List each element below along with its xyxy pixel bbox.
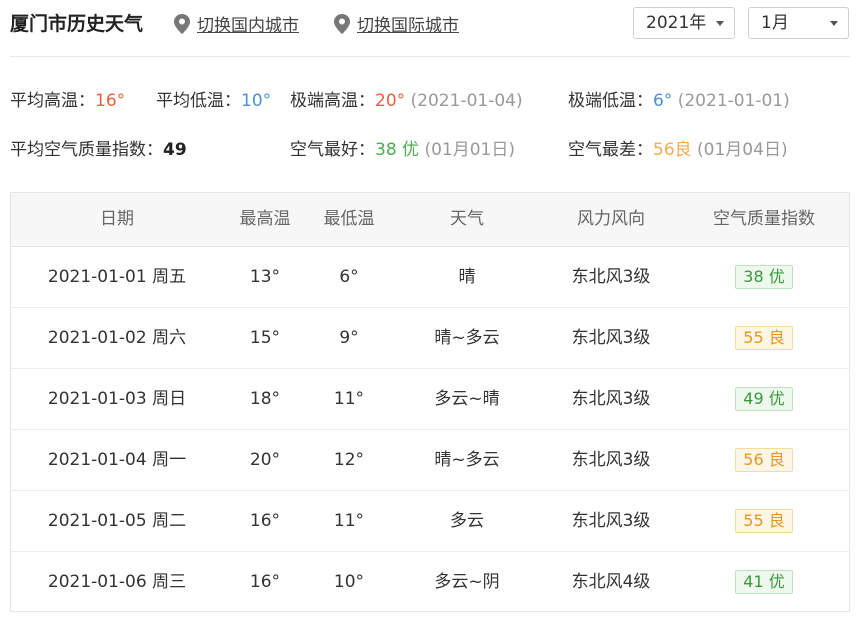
best-air-stat: 空气最好：38 优 (01月01日) [290, 135, 515, 160]
cell-aqi: 56 良 [679, 430, 849, 490]
table-row: 2021-01-05 周二 16° 11° 多云 东北风3级 55 良 [11, 491, 849, 552]
location-pin-icon [174, 13, 190, 34]
header-divider [10, 56, 850, 57]
table-row: 2021-01-01 周五 13° 6° 晴 东北风3级 38 优 [11, 247, 849, 308]
min-low-date: (2021-01-01) [677, 91, 790, 111]
cell-weather: 晴~多云 [434, 328, 500, 348]
aqi-badge: 56 良 [735, 448, 793, 472]
max-high-label: 极端高温： [290, 91, 375, 111]
page-header: 厦门市历史天气 切换国内城市 切换国际城市 2021年 1月 [0, 0, 860, 52]
best-air-label: 空气最好： [290, 140, 375, 160]
page-title: 厦门市历史天气 [10, 13, 144, 35]
min-low-label: 极端低温： [568, 91, 653, 111]
worst-air-date: (01月04日) [697, 140, 788, 160]
cell-weather: 多云 [450, 511, 484, 531]
aqi-badge: 55 良 [735, 509, 793, 533]
cell-high: 16° [249, 511, 281, 531]
cell-aqi: 49 优 [679, 369, 849, 429]
cell-wind: 东北风3级 [571, 267, 651, 287]
aqi-badge: 49 优 [735, 387, 793, 411]
cell-wind: 东北风3级 [571, 328, 651, 348]
avg-aqi-label: 平均空气质量指数： [10, 140, 163, 160]
month-select[interactable]: 1月 [748, 7, 849, 39]
column-header-aqi: 空气质量指数 [713, 209, 815, 229]
avg-aqi-value: 49 [163, 140, 187, 160]
cell-high: 16° [249, 572, 281, 592]
cell-weather: 多云~阴 [434, 572, 500, 592]
column-header-date: 日期 [100, 209, 134, 229]
cell-weather: 多云~晴 [434, 389, 500, 409]
table-header: 日期 最高温 最低温 天气 风力风向 空气质量指数 [11, 193, 849, 247]
best-air-value: 38 优 [375, 140, 420, 160]
cell-date: 2021-01-06 周三 [47, 572, 187, 592]
column-header-weather: 天气 [450, 209, 484, 229]
cell-low: 11° [333, 511, 365, 531]
cell-aqi: 55 良 [679, 491, 849, 551]
cell-wind: 东北风3级 [571, 511, 651, 531]
cell-date: 2021-01-03 周日 [47, 389, 187, 409]
avg-high-value: 16° [95, 91, 126, 111]
avg-low-value: 10° [241, 91, 272, 111]
column-header-low: 最低温 [323, 209, 375, 229]
cell-high: 13° [249, 267, 281, 287]
cell-date: 2021-01-02 周六 [47, 328, 187, 348]
cell-wind: 东北风3级 [571, 389, 651, 409]
year-select-value: 2021年 [646, 13, 707, 33]
caret-down-icon [830, 21, 838, 26]
max-high-date: (2021-01-04) [410, 91, 523, 111]
month-select-value: 1月 [761, 13, 789, 33]
aqi-badge: 41 优 [735, 570, 793, 594]
cell-date: 2021-01-04 周一 [47, 450, 187, 470]
table-row: 2021-01-03 周日 18° 11° 多云~晴 东北风3级 49 优 [11, 369, 849, 430]
switch-international-label: 切换国际城市 [357, 16, 459, 36]
cell-wind: 东北风3级 [571, 450, 651, 470]
min-low-value: 6° [653, 91, 673, 111]
cell-aqi: 55 良 [679, 308, 849, 368]
avg-high-label: 平均高温： [10, 91, 95, 111]
cell-weather: 晴 [458, 267, 476, 287]
cell-low: 6° [339, 267, 359, 287]
max-high-value: 20° [375, 91, 406, 111]
switch-domestic-label: 切换国内城市 [197, 16, 299, 36]
column-header-wind: 风力风向 [577, 209, 645, 229]
min-low-stat: 极端低温：6° (2021-01-01) [568, 86, 790, 111]
avg-low-stat: 平均低温：10° [156, 86, 271, 111]
worst-air-stat: 空气最差：56良 (01月04日) [568, 135, 788, 160]
max-high-stat: 极端高温：20° (2021-01-04) [290, 86, 523, 111]
switch-domestic-city-link[interactable]: 切换国内城市 [174, 11, 299, 36]
weather-history-table: 日期 最高温 最低温 天气 风力风向 空气质量指数 2021-01-01 周五 … [10, 192, 850, 612]
cell-low: 11° [333, 389, 365, 409]
cell-low: 12° [333, 450, 365, 470]
worst-air-label: 空气最差： [568, 140, 653, 160]
cell-high: 20° [249, 450, 281, 470]
table-row: 2021-01-02 周六 15° 9° 晴~多云 东北风3级 55 良 [11, 308, 849, 369]
avg-aqi-stat: 平均空气质量指数：49 [10, 135, 187, 160]
cell-weather: 晴~多云 [434, 450, 500, 470]
table-row: 2021-01-04 周一 20° 12° 晴~多云 东北风3级 56 良 [11, 430, 849, 491]
cell-high: 15° [249, 328, 281, 348]
caret-down-icon [716, 21, 724, 26]
cell-low: 9° [339, 328, 359, 348]
avg-low-label: 平均低温： [156, 91, 241, 111]
aqi-badge: 55 良 [735, 326, 793, 350]
location-pin-icon [334, 13, 350, 34]
cell-high: 18° [249, 389, 281, 409]
worst-air-value: 56良 [653, 140, 692, 160]
cell-date: 2021-01-01 周五 [47, 267, 187, 287]
aqi-badge: 38 优 [735, 265, 793, 289]
cell-aqi: 38 优 [679, 247, 849, 307]
table-row: 2021-01-06 周三 16° 10° 多云~阴 东北风4级 41 优 [11, 552, 849, 612]
year-select[interactable]: 2021年 [633, 7, 735, 39]
cell-low: 10° [333, 572, 365, 592]
cell-aqi: 41 优 [679, 552, 849, 612]
cell-date: 2021-01-05 周二 [47, 511, 187, 531]
cell-wind: 东北风4级 [571, 572, 651, 592]
column-header-high: 最高温 [239, 209, 291, 229]
best-air-date: (01月01日) [424, 140, 515, 160]
avg-high-stat: 平均高温：16° [10, 86, 125, 111]
switch-international-city-link[interactable]: 切换国际城市 [334, 11, 459, 36]
